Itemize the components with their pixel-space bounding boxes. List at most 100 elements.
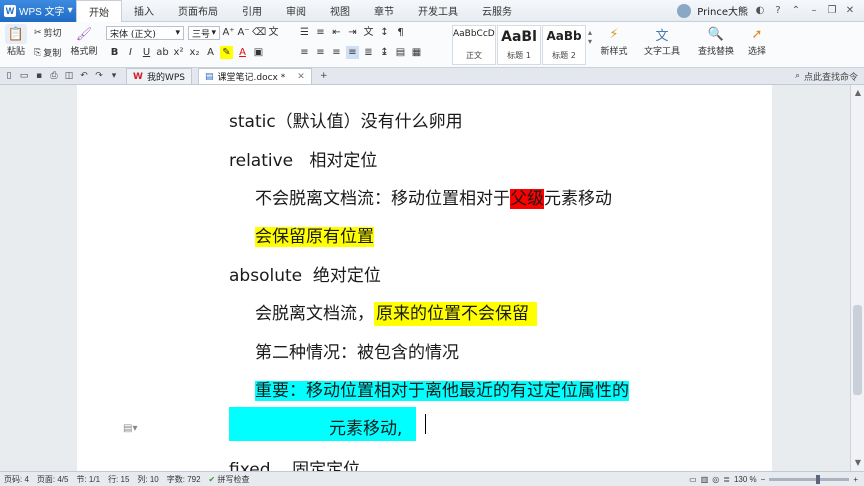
doc-line-relative-desc: 不会脱离文档流：移动位置相对于父级元素移动: [255, 184, 612, 209]
tab-view[interactable]: 视图: [318, 0, 362, 22]
customize-icon[interactable]: ▾: [108, 70, 120, 82]
format-painter-label: 格式刷: [70, 47, 98, 57]
char-shading-icon[interactable]: ▣: [252, 46, 265, 59]
avatar[interactable]: [677, 3, 692, 18]
view-mode-icon[interactable]: ▭: [689, 475, 697, 484]
align-right-icon[interactable]: ≡: [330, 46, 343, 59]
underline-icon[interactable]: U: [140, 46, 153, 59]
tab-page-layout[interactable]: 页面布局: [166, 0, 230, 22]
new-style-button[interactable]: ⚡ 新样式: [596, 24, 632, 58]
chevron-down-icon: ▾: [175, 28, 180, 38]
cut-label: 剪切: [43, 29, 62, 39]
strikethrough-icon[interactable]: ab: [156, 46, 169, 59]
status-word-count[interactable]: 字数: 792: [163, 474, 205, 485]
help-icon[interactable]: ?: [772, 5, 784, 17]
subscript-icon[interactable]: x₂: [188, 46, 201, 59]
tab-references[interactable]: 引用: [230, 0, 274, 22]
bold-icon[interactable]: B: [108, 46, 121, 59]
cut-button[interactable]: ✂ 剪切: [34, 26, 62, 40]
zoom-slider-knob[interactable]: [816, 474, 821, 484]
zoom-in-icon[interactable]: +: [853, 475, 858, 484]
vertical-scrollbar[interactable]: ▲ ▼: [850, 85, 864, 471]
style-normal[interactable]: AaBbCcDd 正文: [452, 25, 496, 65]
app-menu-button[interactable]: W WPS 文字 ▾: [0, 0, 76, 22]
command-search[interactable]: ⌕ 点此查找命令: [795, 70, 864, 83]
document-page[interactable]: static（默认值）没有什么卵用 relative 相对定位 不会脱离文档流：…: [77, 85, 772, 471]
styles-scroll[interactable]: ▴ ▾: [588, 28, 592, 46]
text-effect-icon[interactable]: A: [204, 46, 217, 59]
open-icon[interactable]: ▭: [18, 70, 30, 82]
skin-icon[interactable]: ◐: [754, 5, 766, 17]
undo-icon[interactable]: ↶: [78, 70, 90, 82]
status-bar: 页码: 4 页面: 4/5 节: 1/1 行: 15 列: 10 字数: 792…: [0, 471, 864, 486]
web-view-icon[interactable]: ◎: [712, 475, 719, 484]
scroll-up-icon[interactable]: ▲: [851, 87, 864, 99]
user-name[interactable]: Prince大熊: [697, 3, 748, 18]
font-select[interactable]: 宋体 (正文) ▾: [106, 26, 184, 40]
term-relative-cn: 相对定位: [309, 151, 378, 171]
find-replace-button[interactable]: 🔍 查找替换: [694, 24, 738, 58]
paragraph-marker-icon[interactable]: ▤▾: [123, 423, 137, 434]
format-painter-button[interactable]: 🖌 格式刷: [70, 24, 98, 58]
select-button[interactable]: ➚ 选择: [742, 24, 772, 58]
tab-document[interactable]: ▤ 课堂笔记.docx * ✕: [197, 68, 312, 84]
zoom-out-icon[interactable]: −: [761, 475, 766, 484]
highlighted-text-cyan: 重要：移动位置相对于离他最近的有过定位属性的: [255, 381, 629, 401]
close-icon[interactable]: ✕: [844, 5, 856, 17]
bullets-icon[interactable]: ☰: [298, 26, 311, 39]
align-left-icon[interactable]: ≡: [298, 46, 311, 59]
preview-icon[interactable]: ◫: [63, 70, 75, 82]
outline-view-icon[interactable]: ≣: [723, 475, 730, 484]
justify-icon[interactable]: ≡: [346, 46, 359, 59]
tab-my-wps[interactable]: W 我的WPS: [126, 68, 192, 84]
spell-check[interactable]: ✔ 拼写检查: [205, 474, 254, 485]
zoom-slider[interactable]: [769, 474, 850, 484]
size-value: 三号: [192, 29, 211, 40]
size-select[interactable]: 三号 ▾: [188, 26, 220, 40]
tab-insert[interactable]: 插入: [122, 0, 166, 22]
line-spacing-icon[interactable]: ↨: [378, 46, 391, 59]
italic-icon[interactable]: I: [124, 46, 137, 59]
grow-font-icon[interactable]: A⁺: [222, 26, 235, 39]
print-icon[interactable]: ⎙: [48, 70, 60, 82]
paste-button[interactable]: 📋 粘贴: [4, 24, 28, 57]
save-icon[interactable]: ▪: [33, 70, 45, 82]
term-fixed: fixed: [229, 460, 271, 471]
new-tab-icon[interactable]: +: [318, 70, 330, 82]
distribute-icon[interactable]: ≣: [362, 46, 375, 59]
chinese-layout-icon[interactable]: 文: [362, 26, 375, 39]
tab-review[interactable]: 审阅: [274, 0, 318, 22]
scroll-down-icon[interactable]: ▼: [851, 457, 864, 469]
shading-icon[interactable]: ▤: [394, 46, 407, 59]
superscript-icon[interactable]: x²: [172, 46, 185, 59]
copy-button[interactable]: ⎘ 复制: [34, 46, 61, 60]
outdent-icon[interactable]: ⇤: [330, 26, 343, 39]
highlight-icon[interactable]: ✎: [220, 46, 233, 59]
tab-developer[interactable]: 开发工具: [406, 0, 470, 22]
pinyin-icon[interactable]: 文: [267, 26, 280, 39]
tab-home[interactable]: 开始: [76, 0, 122, 23]
menubar-right: Prince大熊 ◐ ? ⌃ – ❐ ✕: [677, 3, 864, 18]
restore-icon[interactable]: ❐: [826, 5, 838, 17]
align-center-icon[interactable]: ≡: [314, 46, 327, 59]
tab-cloud[interactable]: 云服务: [470, 0, 524, 22]
read-mode-icon[interactable]: ▥: [701, 475, 709, 484]
text-tools-button[interactable]: 文 文字工具: [640, 24, 684, 58]
redo-icon[interactable]: ↷: [93, 70, 105, 82]
style-heading-1[interactable]: AaBl 标题 1: [497, 25, 541, 65]
numbering-icon[interactable]: ≡: [314, 26, 327, 39]
minimize-icon[interactable]: –: [808, 5, 820, 17]
close-tab-icon[interactable]: ✕: [297, 72, 305, 82]
sort-icon[interactable]: ↕: [378, 26, 391, 39]
indent-icon[interactable]: ⇥: [346, 26, 359, 39]
scroll-thumb[interactable]: [853, 305, 862, 395]
new-doc-icon[interactable]: ▯: [3, 70, 15, 82]
borders-icon[interactable]: ▦: [410, 46, 423, 59]
font-color-icon[interactable]: A: [236, 46, 249, 59]
clear-format-icon[interactable]: ⌫: [252, 26, 266, 39]
show-marks-icon[interactable]: ¶: [394, 26, 407, 39]
style-heading-2[interactable]: AaBb 标题 2: [542, 25, 586, 65]
shrink-font-icon[interactable]: A⁻: [237, 26, 250, 39]
collapse-ribbon-icon[interactable]: ⌃: [790, 5, 802, 17]
tab-chapter[interactable]: 章节: [362, 0, 406, 22]
